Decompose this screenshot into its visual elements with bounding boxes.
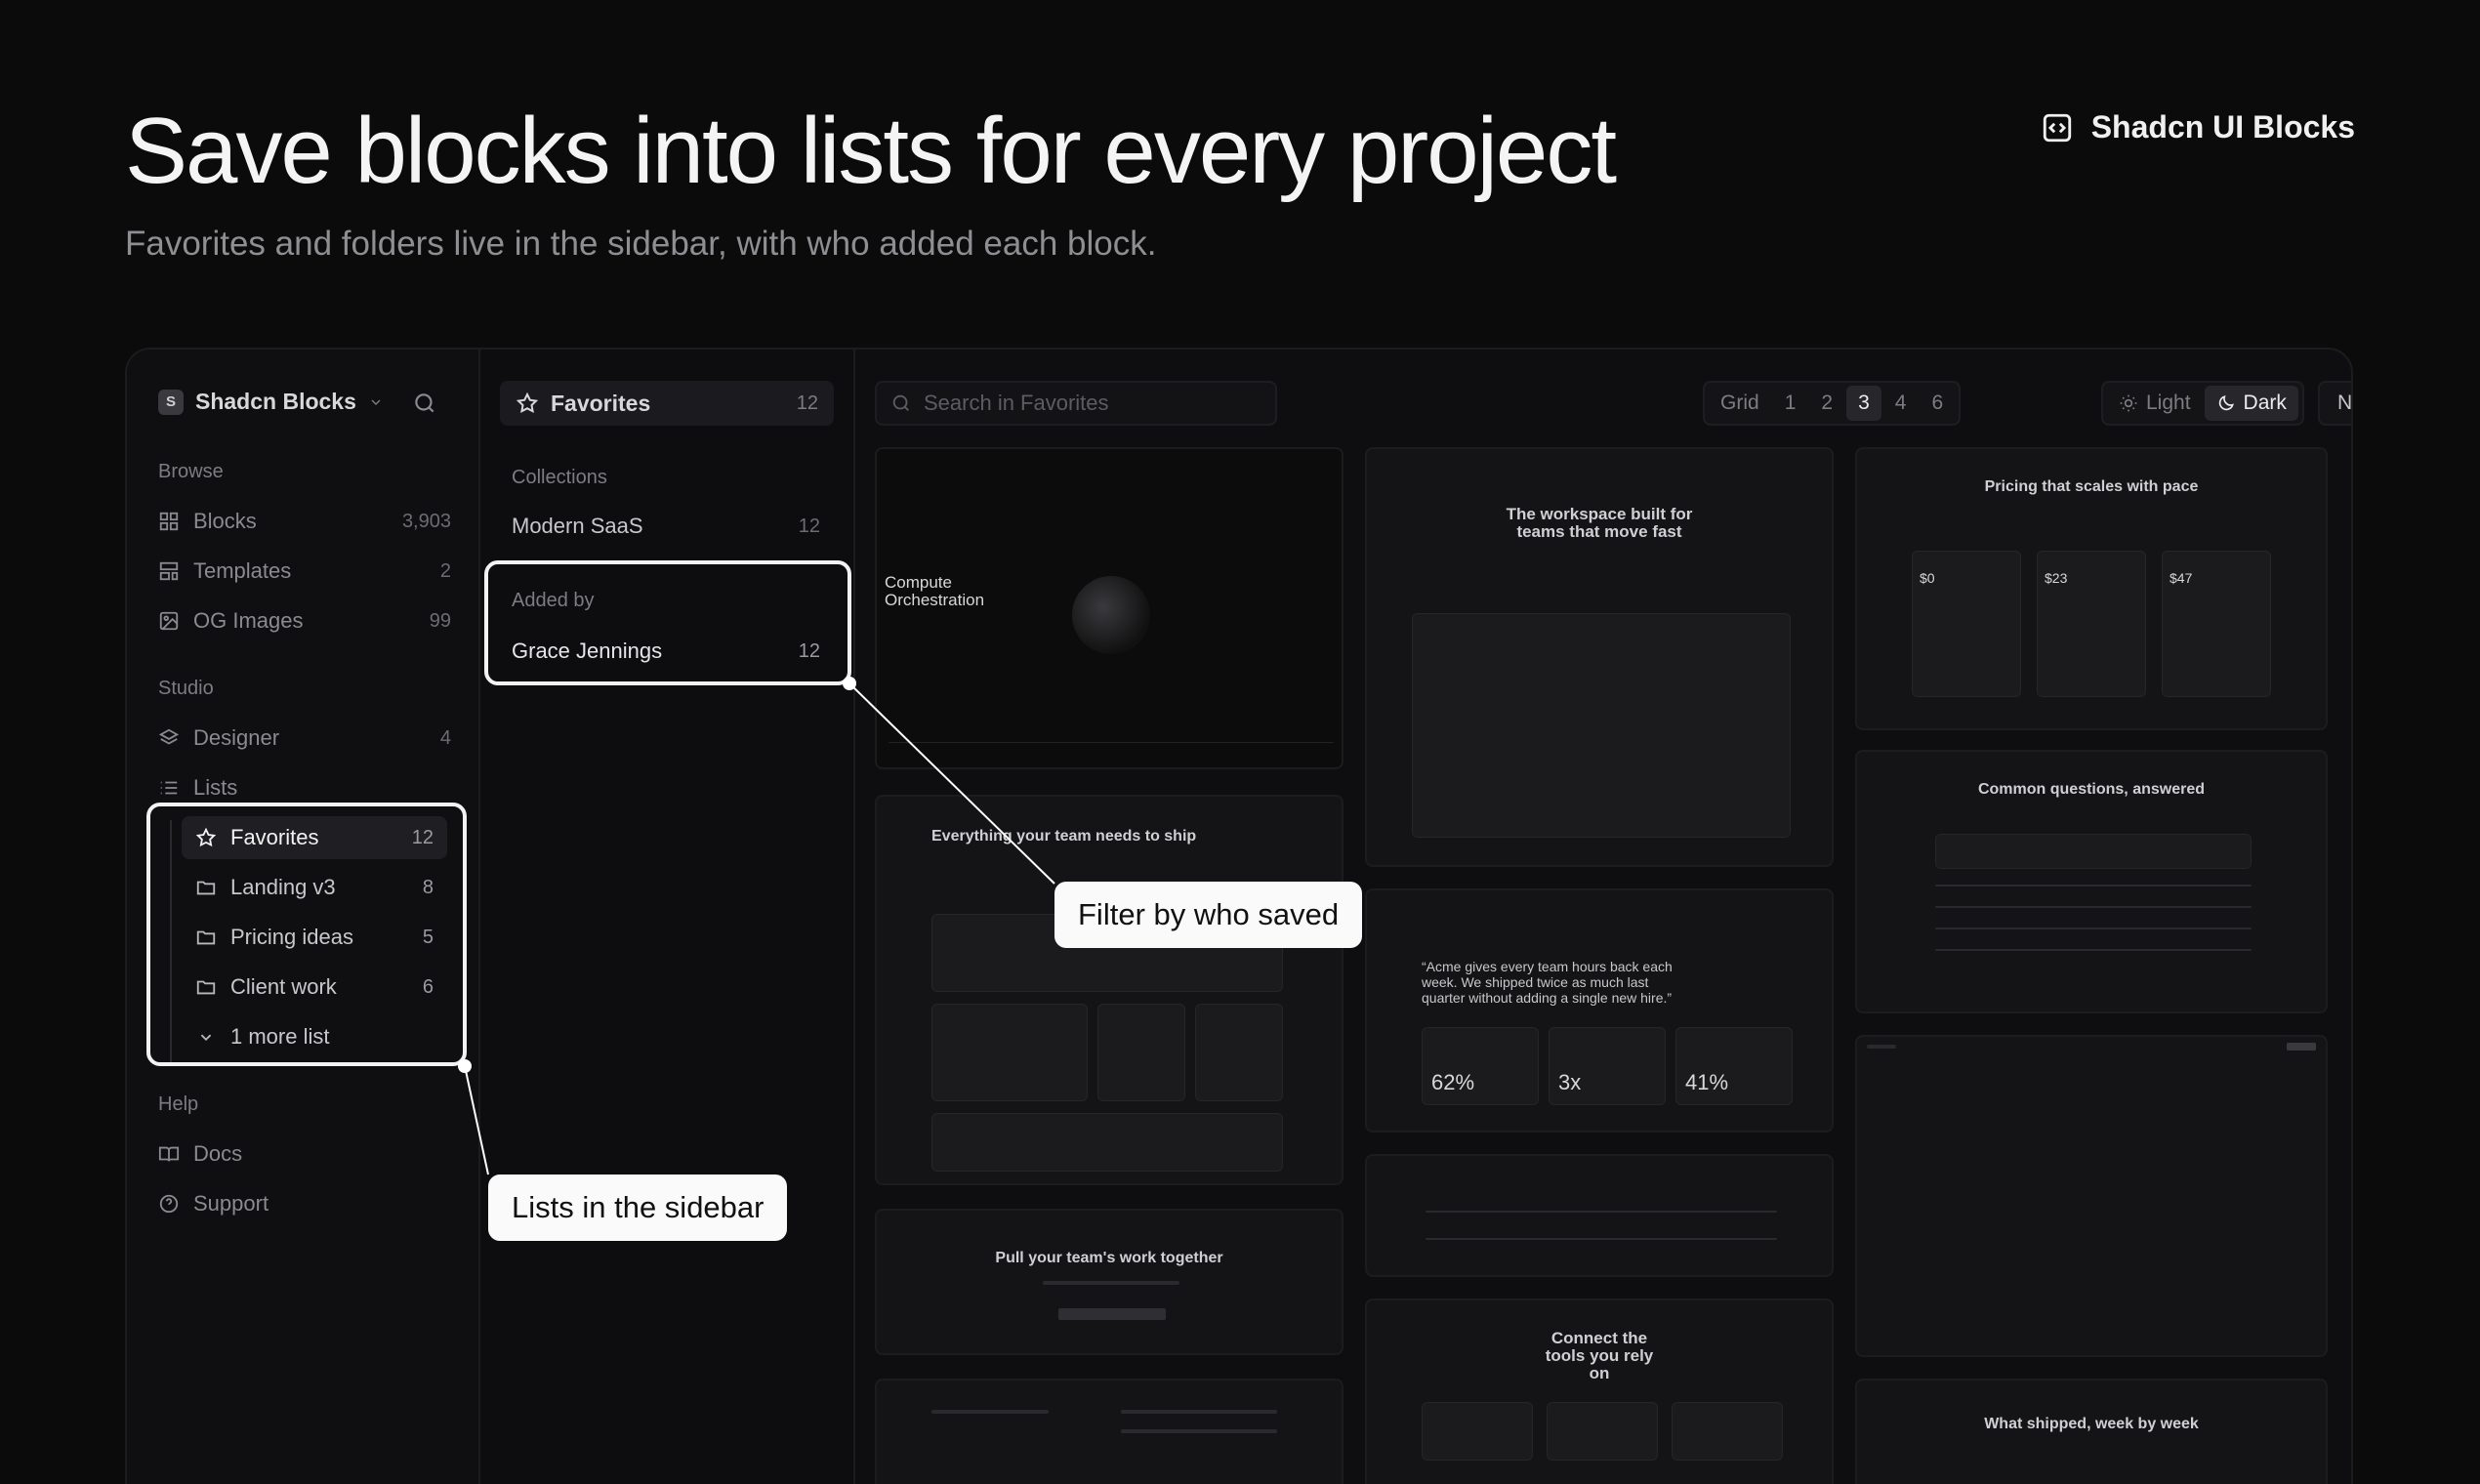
block-card[interactable]: Pull your team's work together (875, 1209, 1343, 1355)
block-card[interactable]: Everything your team needs to ship (875, 795, 1343, 1185)
card-title: Everything your team needs to ship (931, 828, 1197, 845)
card-title: Pull your team's work together (995, 1250, 1223, 1266)
grid-option-3[interactable]: 3 (1846, 386, 1881, 421)
grid-label: Grid (1720, 392, 1759, 414)
hero-subtitle: Favorites and folders live in the sideba… (125, 225, 1157, 263)
workspace-switcher[interactable]: S Shadcn Blocks (158, 389, 384, 415)
theme-light-label: Light (2146, 392, 2191, 414)
planet-graphic (1072, 576, 1150, 654)
collection-label: Modern SaaS (512, 514, 643, 538)
price: $47 (2170, 570, 2193, 586)
sidebar-item-label: Support (193, 1191, 269, 1216)
stat-value: 62% (1431, 1070, 1475, 1094)
brand[interactable]: Shadcn UI Blocks (2041, 109, 2355, 145)
sidebar-item-label: Docs (193, 1141, 243, 1166)
sidebar-item-label: OG Images (193, 608, 304, 633)
sidebar-item-docs[interactable]: Docs (158, 1133, 451, 1175)
sort-dropdown[interactable]: Newest (2318, 381, 2353, 426)
panel-count: 12 (796, 392, 818, 414)
card-title: Compute Orchestration (885, 573, 985, 609)
block-card[interactable] (1855, 1035, 2328, 1357)
layers-icon (158, 728, 180, 745)
star-icon (516, 392, 539, 414)
sidebar-item-templates[interactable]: Templates 2 (158, 550, 451, 593)
hero-title: Save blocks into lists for every project (125, 99, 1617, 203)
highlight-lists (146, 803, 467, 1066)
sidebar-item-label: Blocks (193, 509, 257, 533)
block-card[interactable]: The workspace built for teams that move … (1365, 447, 1834, 867)
highlight-added-by (484, 560, 851, 685)
theme-toggle: Light Dark (2101, 381, 2304, 426)
search-box[interactable] (875, 381, 1277, 426)
list-icon (160, 781, 178, 795)
grid-option-4[interactable]: 4 (1883, 386, 1919, 421)
workspace-avatar: S (158, 389, 184, 415)
sun-icon (2120, 394, 2137, 412)
callout-lists: Lists in the sidebar (488, 1175, 788, 1241)
block-card[interactable]: Common questions, answered (1855, 750, 2328, 1013)
grid-selector: Grid 1 2 3 4 6 (1703, 381, 1962, 426)
block-card[interactable]: What shipped, week by week (1855, 1379, 2328, 1484)
moon-icon (2218, 395, 2234, 411)
testimonial-quote: “Acme gives every team hours back each w… (1422, 959, 1673, 1006)
price: $0 (1920, 570, 1935, 586)
price: $23 (2045, 570, 2068, 586)
card-title: Pricing that scales with pace (1984, 478, 2199, 495)
image-icon (159, 611, 179, 631)
panel-header[interactable]: Favorites 12 (500, 381, 834, 426)
layout-template-icon (159, 561, 179, 581)
sidebar-item-count: 99 (429, 609, 451, 632)
block-card[interactable]: “Acme gives every team hours back each w… (1365, 888, 1834, 1133)
filter-panel: Favorites 12 Collections Modern SaaS 12 … (480, 350, 855, 1484)
section-help: Help (158, 1093, 199, 1115)
collection-item[interactable]: Modern SaaS 12 (512, 514, 820, 539)
block-card[interactable]: Connect the tools you rely on (1365, 1298, 1834, 1484)
callout-dot (843, 677, 856, 690)
card-title: Common questions, answered (1977, 781, 2206, 798)
chevron-down-icon (371, 399, 381, 405)
block-card[interactable] (1365, 1154, 1834, 1277)
code-brackets-icon (2043, 113, 2071, 142)
sidebar-item-support[interactable]: Support (158, 1182, 451, 1225)
brand-label: Shadcn UI Blocks (2090, 109, 2355, 144)
sidebar-item-designer[interactable]: Designer 4 (158, 717, 451, 760)
theme-dark-button[interactable]: Dark (2204, 386, 2298, 421)
block-card[interactable] (875, 1379, 1343, 1484)
section-studio: Studio (158, 678, 214, 699)
sidebar-item-count: 4 (439, 726, 451, 749)
card-title: The workspace built for teams that move … (1506, 505, 1693, 541)
help-circle-icon (159, 1194, 179, 1214)
sidebar-item-blocks[interactable]: Blocks 3,903 (158, 500, 451, 543)
search-input[interactable] (924, 391, 1256, 416)
grid-icon (159, 512, 179, 531)
grid-option-2[interactable]: 2 (1809, 386, 1844, 421)
grid-option-6[interactable]: 6 (1920, 386, 1955, 421)
sidebar-item-count: 2 (439, 559, 451, 582)
card-title: Connect the tools you rely on (1545, 1329, 1654, 1382)
sidebar-item-label: Designer (193, 725, 280, 750)
panel-title: Favorites (551, 390, 651, 416)
workspace-name: Shadcn Blocks (195, 389, 356, 414)
sidebar-item-count: 3,903 (401, 510, 451, 532)
book-icon (158, 1146, 180, 1162)
search-icon[interactable] (412, 391, 437, 416)
callout-dot (458, 1059, 472, 1073)
theme-dark-label: Dark (2243, 392, 2287, 414)
collections-label: Collections (512, 467, 607, 488)
sidebar-item-label: Lists (193, 775, 238, 800)
grid-option-1[interactable]: 1 (1773, 386, 1808, 421)
callout-filter: Filter by who saved (1054, 882, 1363, 948)
search-icon (892, 394, 909, 411)
theme-light-button[interactable]: Light (2107, 386, 2203, 421)
sidebar-item-label: Templates (193, 558, 292, 583)
block-card[interactable]: Pricing that scales with pace $0 $23 $47 (1855, 447, 2328, 730)
sort-label: Newest (2337, 392, 2353, 414)
sidebar-item-og-images[interactable]: OG Images 99 (158, 599, 451, 642)
section-browse: Browse (158, 461, 224, 482)
block-card[interactable]: Compute Orchestration (875, 447, 1343, 769)
stat-value: 41% (1685, 1070, 1729, 1094)
stat-value: 3x (1558, 1070, 1582, 1094)
collection-count: 12 (798, 515, 820, 537)
card-title: What shipped, week by week (1984, 1416, 2199, 1432)
